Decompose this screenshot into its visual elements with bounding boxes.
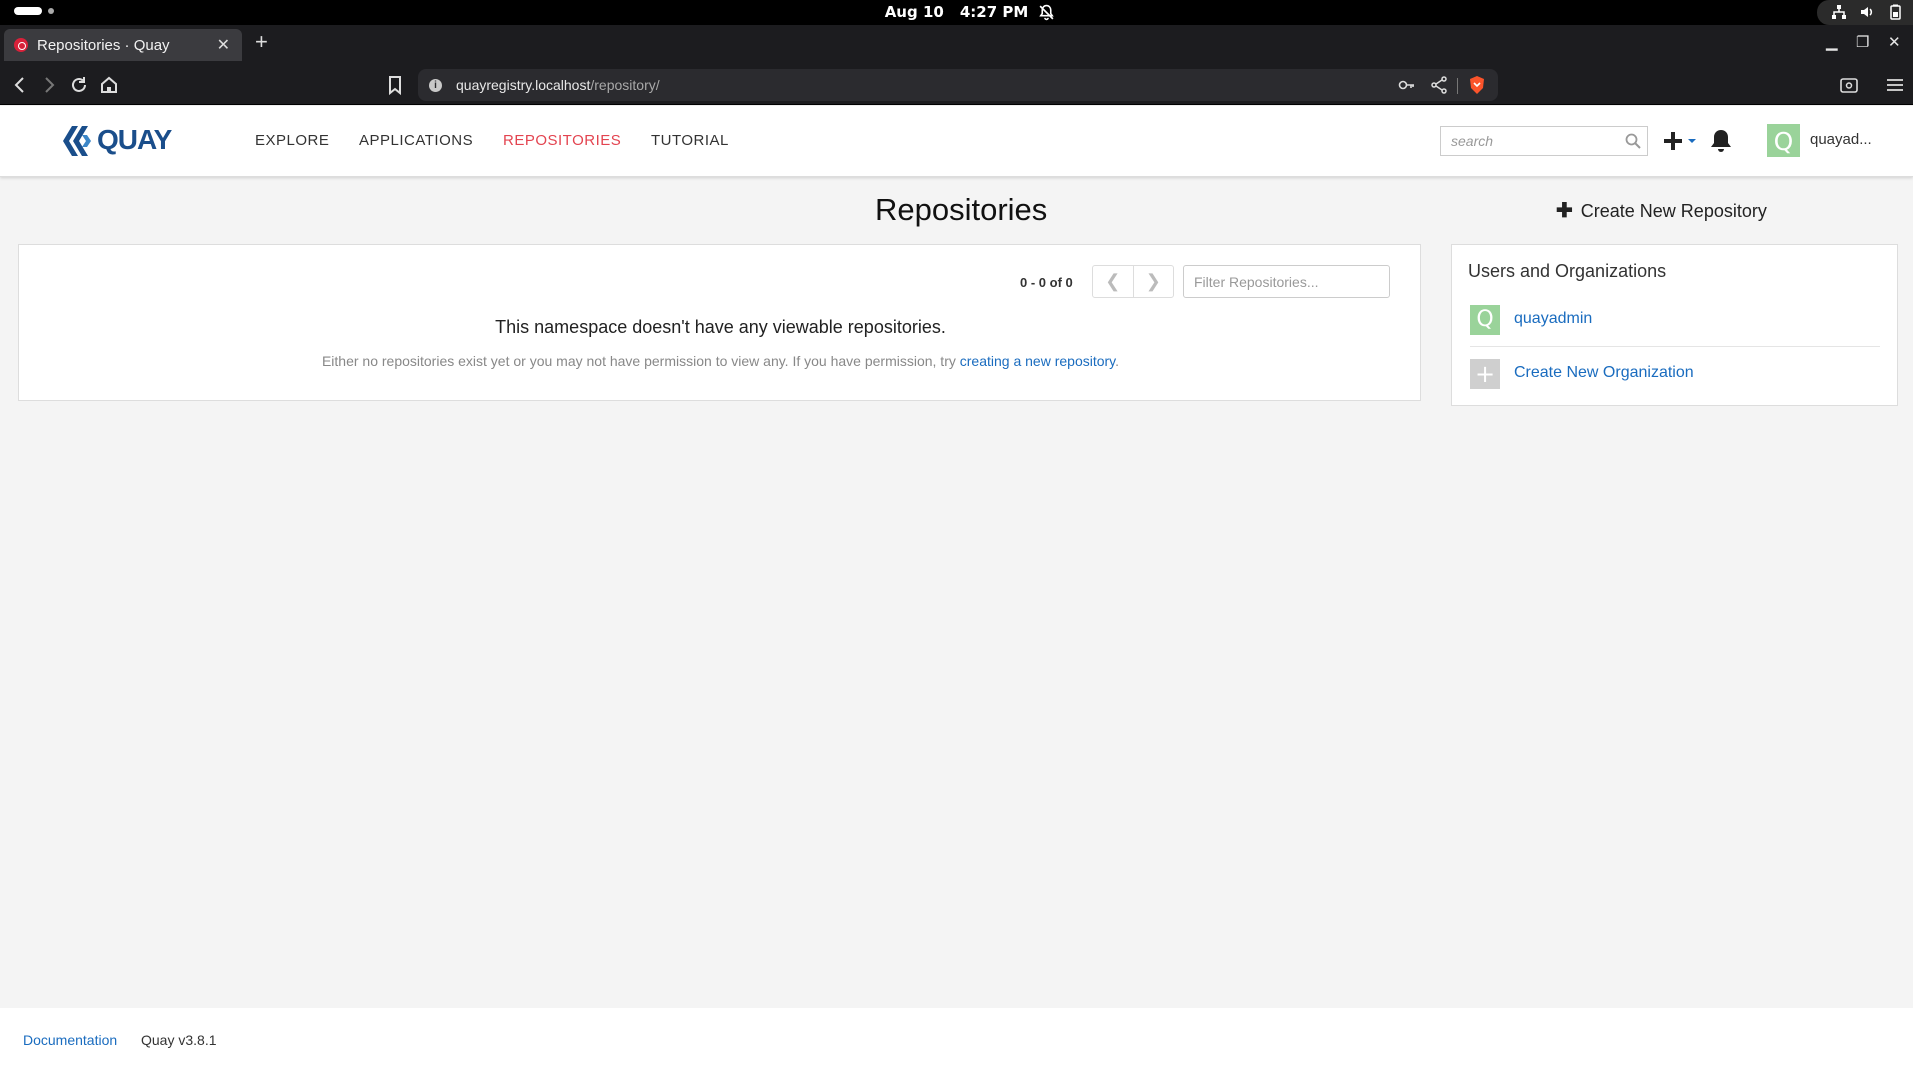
close-tab-icon[interactable]: ✕ [217, 35, 230, 55]
create-repository-link[interactable]: creating a new repository [960, 353, 1115, 369]
share-icon[interactable] [1429, 75, 1449, 95]
browser-toolbar: i quayregistry.localhost/repository/ [0, 65, 1913, 105]
page-title: Repositories [875, 192, 1048, 227]
namespace-row-user[interactable]: Q quayadmin [1470, 301, 1880, 347]
system-date: Aug 10 [884, 3, 944, 21]
urlbar-separator [1457, 78, 1458, 94]
filter-repositories-input[interactable] [1184, 266, 1389, 297]
footer: Documentation Quay v3.8.1 [0, 1008, 1913, 1073]
users-and-organizations-panel: Users and Organizations Q quayadmin + Cr… [1451, 244, 1898, 406]
repositories-panel: 0 - 0 of 0 ❮ ❯ This namespace doesn't ha… [18, 244, 1421, 401]
version-label: Quay v3.8.1 [141, 1032, 217, 1048]
address-bar[interactable]: i quayregistry.localhost/repository/ [418, 69, 1498, 101]
reload-icon[interactable] [68, 74, 90, 96]
url-path: /repository/ [590, 77, 660, 93]
search-icon[interactable] [1625, 133, 1641, 149]
network-icon [1832, 5, 1846, 19]
notifications-off-icon [1039, 4, 1054, 21]
nav-repositories[interactable]: REPOSITORIES [503, 132, 621, 149]
notifications-bell-icon[interactable] [1709, 128, 1733, 154]
quay-logo-icon[interactable] [62, 124, 92, 158]
user-menu-name[interactable]: quayad... [1810, 131, 1872, 148]
documentation-link[interactable]: Documentation [23, 1032, 117, 1048]
create-new-repository-label: Create New Repository [1580, 201, 1767, 221]
bookmark-icon[interactable] [384, 74, 406, 96]
user-avatar[interactable]: Q [1767, 124, 1800, 157]
brave-shield-icon[interactable] [1467, 75, 1487, 95]
system-tray[interactable] [1817, 0, 1913, 25]
plus-icon: ✚ [1556, 200, 1573, 222]
quay-header: QUAY EXPLORE APPLICATIONS REPOSITORIES T… [0, 106, 1913, 177]
empty-state-message: Either no repositories exist yet or you … [19, 353, 1422, 369]
search-box [1440, 126, 1648, 156]
users-orgs-heading: Users and Organizations [1468, 261, 1667, 281]
new-tab-icon[interactable]: + [255, 29, 268, 55]
forward-icon[interactable] [38, 74, 60, 96]
search-input[interactable] [1441, 127, 1611, 155]
empty-state-title: This namespace doesn't have any viewable… [495, 317, 946, 337]
system-time: 4:27 PM [959, 3, 1029, 21]
nav-tutorial[interactable]: TUTORIAL [651, 132, 729, 149]
browser-tab-strip: Repositories · Quay ✕ + ▁ ❐ ✕ [0, 25, 1913, 65]
filter-box [1183, 265, 1390, 298]
minimize-icon[interactable]: ▁ [1826, 33, 1838, 51]
menu-icon[interactable] [1884, 74, 1906, 96]
create-organization-row[interactable]: + Create New Organization [1470, 355, 1880, 401]
key-icon[interactable] [1397, 75, 1417, 95]
nav-applications[interactable]: APPLICATIONS [359, 132, 473, 149]
battery-icon [1890, 4, 1901, 20]
back-icon[interactable] [9, 74, 31, 96]
quay-favicon-icon [14, 38, 28, 52]
namespace-link[interactable]: quayadmin [1514, 310, 1592, 328]
empty-state-suffix: . [1115, 353, 1120, 369]
url-text[interactable]: quayregistry.localhost/repository/ [456, 77, 660, 93]
pagination-controls: ❮ ❯ [1092, 265, 1174, 298]
sidebar-toggle-icon[interactable] [1838, 74, 1860, 96]
system-clock[interactable]: Aug 10 4:27 PM [0, 0, 1913, 25]
restore-icon[interactable]: ❐ [1856, 33, 1869, 51]
create-new-repository-button[interactable]: ✚ Create New Repository [1556, 198, 1767, 223]
user-avatar-letter: Q [1773, 127, 1794, 156]
next-page-icon[interactable]: ❯ [1134, 266, 1174, 297]
create-new-organization-link[interactable]: Create New Organization [1514, 364, 1694, 382]
browser-tab[interactable]: Repositories · Quay ✕ [4, 29, 242, 61]
previous-page-icon[interactable]: ❮ [1093, 266, 1134, 297]
site-info-icon[interactable]: i [429, 79, 442, 92]
empty-state-prefix: Either no repositories exist yet or you … [321, 353, 960, 369]
create-menu-plus-icon[interactable] [1663, 126, 1699, 156]
namespace-avatar: Q [1470, 305, 1500, 335]
volume-icon [1861, 7, 1873, 17]
home-icon[interactable] [98, 74, 120, 96]
tab-title: Repositories · Quay [37, 37, 170, 54]
quay-logo-text[interactable]: QUAY [97, 124, 172, 156]
close-window-icon[interactable]: ✕ [1888, 33, 1901, 51]
add-organization-icon: + [1470, 359, 1500, 389]
pagination-count: 0 - 0 of 0 [1020, 275, 1073, 290]
system-top-bar: Aug 10 4:27 PM [0, 0, 1913, 25]
url-host: quayregistry.localhost [456, 77, 591, 93]
nav-explore[interactable]: EXPLORE [255, 132, 329, 149]
